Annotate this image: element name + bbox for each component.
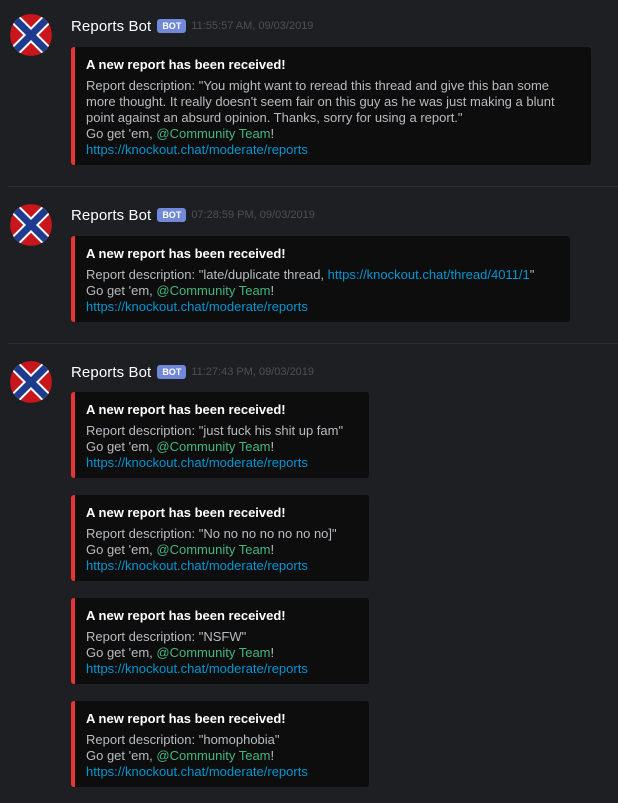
report-link-line: https://knockout.chat/moderate/reports <box>86 558 355 574</box>
report-description: Report description: "You might want to r… <box>86 78 577 126</box>
go-get-prefix: Go get 'em, <box>86 748 157 763</box>
desc-prefix: Report description: <box>86 732 199 747</box>
report-link-line: https://knockout.chat/moderate/reports <box>86 142 577 158</box>
bot-tag: BOT <box>157 365 187 379</box>
report-embed: A new report has been received! Report d… <box>71 701 369 787</box>
moderate-reports-link[interactable]: https://knockout.chat/moderate/reports <box>86 455 308 470</box>
flag-avatar-icon <box>10 361 52 403</box>
timestamp: 07:28:59 PM, 09/03/2019 <box>191 209 315 221</box>
go-get-line: Go get 'em, @Community Team! <box>86 542 355 558</box>
desc-prefix: Report description: <box>86 526 199 541</box>
bot-tag: BOT <box>157 208 187 222</box>
report-description: Report description: "NSFW" <box>86 629 355 645</box>
go-get-suffix: ! <box>270 126 275 141</box>
report-embed: A new report has been received! Report d… <box>71 598 369 684</box>
go-get-line: Go get 'em, @Community Team! <box>86 126 577 142</box>
desc-prefix: Report description: <box>86 629 199 644</box>
go-get-suffix: ! <box>270 439 275 454</box>
report-description: Report description: "just fuck his shit … <box>86 423 355 439</box>
report-embed: A new report has been received! Report d… <box>71 392 369 478</box>
message-header: Reports Bot BOT 11:55:57 AM, 09/03/2019 <box>71 16 313 36</box>
moderate-reports-link[interactable]: https://knockout.chat/moderate/reports <box>86 764 308 779</box>
go-get-suffix: ! <box>270 542 275 557</box>
moderate-reports-link[interactable]: https://knockout.chat/moderate/reports <box>86 558 308 573</box>
report-link-line: https://knockout.chat/moderate/reports <box>86 299 556 315</box>
go-get-prefix: Go get 'em, <box>86 542 157 557</box>
community-team-mention[interactable]: @Community Team <box>156 126 270 141</box>
desc-prefix: Report description: <box>86 423 199 438</box>
community-team-mention[interactable]: @Community Team <box>156 439 270 454</box>
flag-avatar-icon <box>10 204 52 246</box>
bot-tag: BOT <box>157 19 187 33</box>
desc-suffix: " <box>529 267 535 282</box>
report-description: Report description: "No no no no no no n… <box>86 526 355 542</box>
embed-title: A new report has been received! <box>86 57 286 72</box>
go-get-prefix: Go get 'em, <box>86 126 157 141</box>
report-link-line: https://knockout.chat/moderate/reports <box>86 661 355 677</box>
community-team-mention[interactable]: @Community Team <box>156 645 270 660</box>
moderate-reports-link[interactable]: https://knockout.chat/moderate/reports <box>86 661 308 676</box>
avatar[interactable] <box>10 14 52 56</box>
moderate-reports-link[interactable]: https://knockout.chat/moderate/reports <box>86 299 308 314</box>
embed-title: A new report has been received! <box>86 608 286 623</box>
go-get-line: Go get 'em, @Community Team! <box>86 283 556 299</box>
username[interactable]: Reports Bot <box>71 18 151 35</box>
embed-title: A new report has been received! <box>86 505 286 520</box>
moderate-reports-link[interactable]: https://knockout.chat/moderate/reports <box>86 142 308 157</box>
embed-title: A new report has been received! <box>86 711 286 726</box>
go-get-line: Go get 'em, @Community Team! <box>86 748 355 764</box>
desc-text: "homophobia" <box>198 732 280 747</box>
report-link-line: https://knockout.chat/moderate/reports <box>86 764 355 780</box>
report-embed: A new report has been received! Report d… <box>71 47 591 165</box>
community-team-mention[interactable]: @Community Team <box>156 283 270 298</box>
go-get-suffix: ! <box>270 748 275 763</box>
desc-text: "NSFW" <box>198 629 247 644</box>
message-group: Reports Bot BOT 11:55:57 AM, 09/03/2019 … <box>0 0 618 186</box>
avatar[interactable] <box>10 361 52 403</box>
username[interactable]: Reports Bot <box>71 364 151 381</box>
timestamp: 11:55:57 AM, 09/03/2019 <box>191 20 314 32</box>
message-header: Reports Bot BOT 07:28:59 PM, 09/03/2019 <box>71 205 315 225</box>
report-embed: A new report has been received! Report d… <box>71 236 570 322</box>
message-group: Reports Bot BOT 07:28:59 PM, 09/03/2019 … <box>0 187 618 343</box>
report-description: Report description: "late/duplicate thre… <box>86 267 556 283</box>
desc-prefix: Report description: <box>86 78 199 93</box>
report-link-line: https://knockout.chat/moderate/reports <box>86 455 355 471</box>
message-group: Reports Bot BOT 11:27:43 PM, 09/03/2019 … <box>0 344 618 803</box>
desc-text: "just fuck his shit up fam" <box>198 423 344 438</box>
community-team-mention[interactable]: @Community Team <box>156 748 270 763</box>
message-header: Reports Bot BOT 11:27:43 PM, 09/03/2019 <box>71 362 314 382</box>
go-get-prefix: Go get 'em, <box>86 645 157 660</box>
go-get-line: Go get 'em, @Community Team! <box>86 439 355 455</box>
avatar[interactable] <box>10 204 52 246</box>
thread-link[interactable]: https://knockout.chat/thread/4011/1 <box>328 267 530 282</box>
report-description: Report description: "homophobia" <box>86 732 355 748</box>
go-get-prefix: Go get 'em, <box>86 283 157 298</box>
timestamp: 11:27:43 PM, 09/03/2019 <box>191 366 315 378</box>
go-get-suffix: ! <box>270 645 275 660</box>
desc-prefix: Report description: <box>86 267 199 282</box>
embed-title: A new report has been received! <box>86 246 286 261</box>
desc-text: "late/duplicate thread, <box>198 267 328 282</box>
report-embed: A new report has been received! Report d… <box>71 495 369 581</box>
desc-text: "No no no no no no no]" <box>198 526 337 541</box>
embed-title: A new report has been received! <box>86 402 286 417</box>
go-get-line: Go get 'em, @Community Team! <box>86 645 355 661</box>
community-team-mention[interactable]: @Community Team <box>156 542 270 557</box>
flag-avatar-icon <box>10 14 52 56</box>
go-get-suffix: ! <box>270 283 275 298</box>
go-get-prefix: Go get 'em, <box>86 439 157 454</box>
username[interactable]: Reports Bot <box>71 207 151 224</box>
